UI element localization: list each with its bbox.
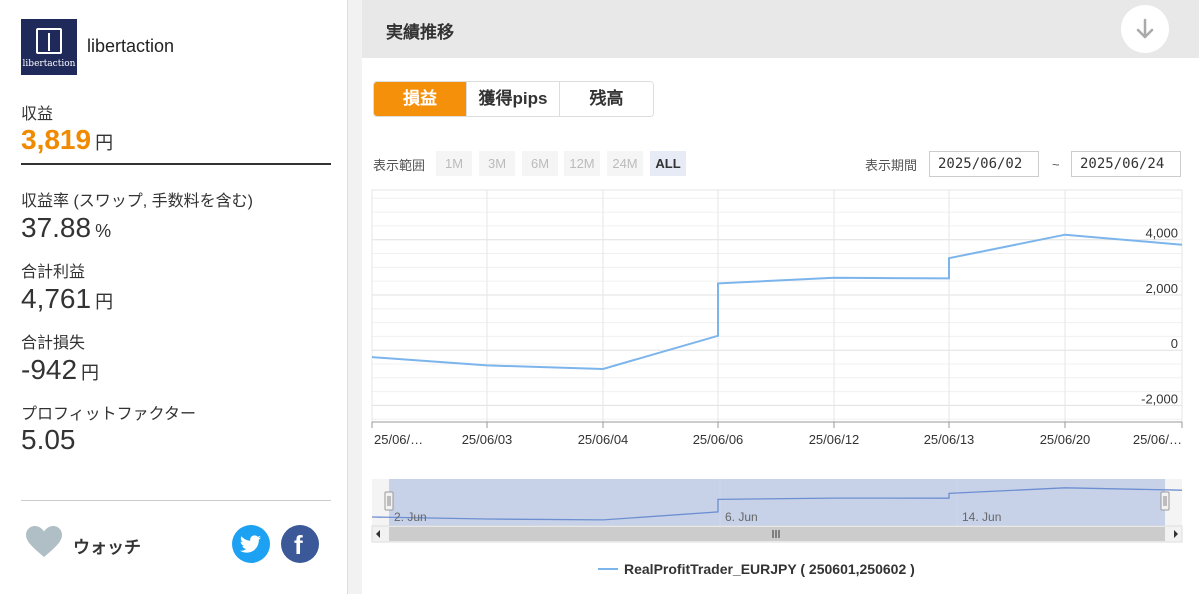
navigator-handle-left: [384, 491, 394, 511]
x-tick-label: 25/06/20: [1040, 432, 1091, 447]
watch-divider: [21, 500, 331, 501]
y-tick-label: 2,000: [1145, 281, 1178, 296]
performance-chart-card: 損益 獲得pips 残高 表示範囲 1M 3M 6M 12M 24M ALL 表…: [362, 58, 1199, 594]
twitter-share-button[interactable]: [232, 525, 270, 563]
collapse-button[interactable]: [1121, 5, 1169, 53]
navigator-handle-right: [1160, 491, 1170, 511]
y-tick-label: 4,000: [1145, 226, 1178, 241]
navigator-label: 14. Jun: [962, 510, 1001, 524]
facebook-share-button[interactable]: f: [281, 525, 319, 563]
total-profit-unit: 円: [95, 292, 114, 312]
facebook-icon: f: [294, 530, 303, 560]
profit-factor-label: プロフィットファクター: [21, 406, 197, 423]
x-tick-label: 25/06/13: [924, 432, 975, 447]
profit-chart[interactable]: 4,000 2,000 0 -2,000 25/06/… 25/06/03 25/06/04…: [362, 58, 1199, 594]
return-rate-value: 37.88%: [21, 212, 111, 244]
x-tick-label: 25/06/03: [462, 432, 513, 447]
y-tick-label: -2,000: [1141, 391, 1178, 406]
scrollbar-thumb: [389, 527, 1165, 541]
x-tick-label: 25/06/12: [809, 432, 860, 447]
profit-value: 3,819 円: [21, 124, 113, 156]
total-loss-amount: -942: [21, 354, 78, 385]
x-tick-label: 25/06/…: [1133, 432, 1182, 447]
total-profit-amount: 4,761: [21, 283, 92, 314]
profit-unit: 円: [95, 133, 114, 153]
y-tick-label: 0: [1171, 336, 1178, 351]
performance-section-header: 実績推移: [362, 0, 1199, 58]
logo-mark-icon: [36, 28, 62, 54]
profit-amount: 3,819: [21, 124, 92, 155]
twitter-icon: [240, 535, 261, 553]
profit-divider: [21, 163, 331, 165]
x-tick-label: 25/06/…: [374, 432, 423, 447]
x-tick-label: 25/06/06: [693, 432, 744, 447]
heart-icon[interactable]: [26, 526, 62, 558]
account-summary-panel: libertaction libertaction 収益 3,819 円 収益率 …: [0, 0, 348, 594]
return-rate-unit: %: [95, 221, 112, 241]
total-profit-value: 4,761 円: [21, 283, 113, 315]
account-name[interactable]: libertaction: [87, 36, 174, 57]
total-loss-unit: 円: [81, 363, 100, 383]
navigator-label: 6. Jun: [725, 510, 758, 524]
total-loss-value: -942 円: [21, 354, 99, 386]
profit-factor-value: 5.05: [21, 424, 76, 455]
return-rate-label: 収益率 (スワップ, 手数料を含む): [21, 193, 253, 210]
total-profit-label: 合計利益: [21, 264, 86, 281]
account-logo[interactable]: libertaction: [21, 19, 77, 75]
watch-button-label[interactable]: ウォッチ: [73, 533, 141, 558]
x-tick-label: 25/06/04: [578, 432, 629, 447]
logo-text: libertaction: [22, 59, 76, 69]
arrow-down-icon: [1136, 18, 1154, 39]
profit-label: 収益: [21, 106, 54, 123]
navigator-label: 2. Jun: [394, 510, 427, 524]
return-rate-amount: 37.88: [21, 212, 92, 243]
legend-label[interactable]: RealProfitTrader_EURJPY ( 250601,250602 …: [624, 561, 915, 577]
plot-area: [371, 189, 1183, 423]
section-title: 実績推移: [386, 23, 454, 42]
total-loss-label: 合計損失: [21, 335, 86, 352]
